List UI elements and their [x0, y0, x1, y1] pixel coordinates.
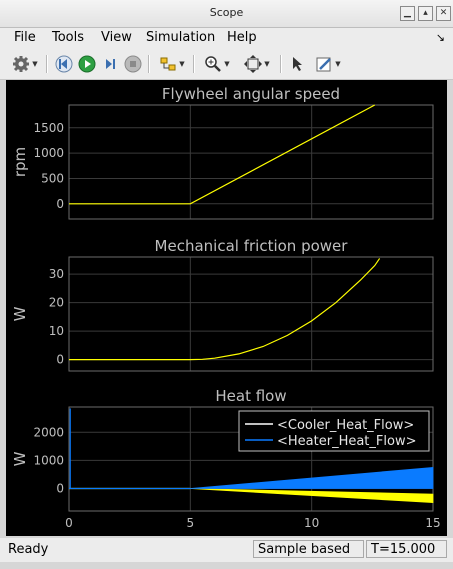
cursor-measure-button[interactable]	[287, 54, 307, 74]
run-icon	[78, 55, 96, 73]
plot-title: Heat flow	[215, 387, 286, 405]
y-tick-label: 1500	[33, 121, 64, 135]
style-icon	[316, 57, 332, 72]
step-forward-icon	[106, 59, 115, 69]
y-tick-label: 30	[49, 267, 64, 281]
plot-title: Flywheel angular speed	[162, 85, 340, 103]
menu-simulation[interactable]: Simulation	[146, 30, 215, 45]
maximize-button[interactable]: ▴	[418, 6, 433, 21]
series-line	[69, 104, 376, 205]
minimize-button[interactable]: ▁	[400, 6, 415, 21]
window-titlebar: Scope ▁ ▴ ✕	[0, 0, 453, 28]
zoom-icon	[205, 56, 222, 72]
cursor-measure-icon	[293, 57, 302, 71]
y-tick-label: 500	[41, 171, 64, 185]
fit-to-view-button[interactable]: ▼	[240, 54, 274, 74]
dock-arrow-icon[interactable]: ↘	[436, 31, 445, 44]
x-tick-label: 15	[425, 516, 440, 530]
y-axis-label: W	[11, 451, 29, 466]
close-button[interactable]: ✕	[436, 6, 451, 21]
gear-icon	[13, 56, 30, 72]
legend-label: <Heater_Heat_Flow>	[277, 434, 416, 449]
run-button[interactable]	[77, 54, 97, 74]
legend-label: <Cooler_Heat_Flow>	[277, 418, 414, 433]
y-tick-label: 1000	[33, 453, 64, 467]
menu-help[interactable]: Help	[227, 30, 257, 45]
axes-frame	[68, 104, 434, 220]
menu-view[interactable]: View	[101, 30, 132, 45]
stop-button[interactable]	[123, 54, 143, 74]
y-tick-label: 1000	[33, 146, 64, 160]
settings-button[interactable]: ▼	[8, 54, 42, 74]
plots-canvas: Flywheel angular speedrpm050010001500Mec…	[11, 85, 441, 530]
stop-icon	[124, 55, 142, 73]
y-tick-label: 2000	[33, 425, 64, 439]
step-back-button[interactable]	[54, 54, 74, 74]
scope-plot-area: Flywheel angular speed rpm 0 500 1000 1500 Mec…	[6, 80, 447, 536]
step-forward-button[interactable]	[100, 54, 120, 74]
y-tick-label: 20	[49, 296, 64, 310]
x-tick-label: 10	[304, 516, 319, 530]
fit-to-view-icon	[244, 55, 263, 73]
highlight-icon	[160, 57, 176, 71]
y-tick-label: 0	[56, 197, 64, 211]
status-ready: Ready	[8, 542, 49, 557]
zoom-button[interactable]: ▼	[200, 54, 234, 74]
status-time: T=15.000	[366, 540, 447, 558]
y-axis-label: rpm	[11, 147, 29, 177]
x-tick-label: 5	[187, 516, 195, 530]
status-mode: Sample based	[253, 540, 364, 558]
step-back-icon	[55, 55, 73, 73]
y-tick-label: 0	[56, 353, 64, 367]
menu-file[interactable]: File	[14, 30, 36, 45]
menu-tools[interactable]: Tools	[52, 30, 84, 45]
series-band	[69, 466, 434, 489]
status-bar: Ready Sample based T=15.000	[0, 538, 453, 562]
x-tick-label: 0	[65, 516, 73, 530]
window-title: Scope	[209, 6, 244, 19]
plot-title: Mechanical friction power	[155, 237, 349, 255]
y-tick-label: 10	[49, 324, 64, 338]
toolbar: ▼ ▼ ▼ ▼ ▼	[0, 49, 453, 80]
series-band	[69, 488, 434, 503]
menu-bar: File Tools View Simulation Help ↘	[0, 28, 453, 49]
y-axis-label: W	[11, 306, 29, 321]
highlight-button[interactable]: ▼	[155, 54, 189, 74]
style-button[interactable]: ▼	[310, 54, 346, 74]
y-tick-label: 0	[56, 482, 64, 496]
